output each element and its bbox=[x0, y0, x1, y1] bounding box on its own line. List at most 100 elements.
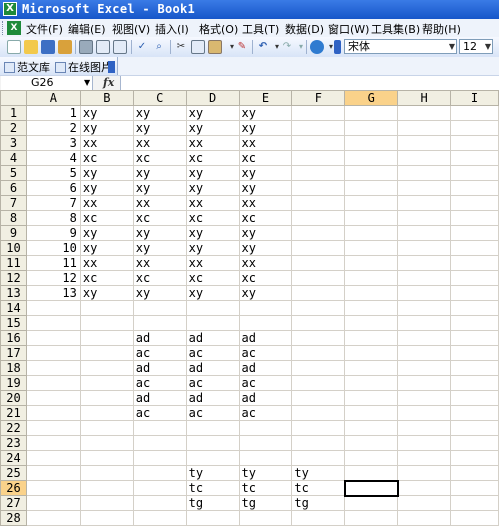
cell-H28[interactable] bbox=[397, 510, 452, 526]
open-folder-icon[interactable] bbox=[24, 40, 38, 54]
cell-F14[interactable] bbox=[291, 300, 346, 316]
paste-icon[interactable] bbox=[208, 40, 222, 54]
cell-C15[interactable] bbox=[132, 315, 187, 331]
name-box[interactable]: G26 bbox=[1, 76, 93, 90]
cell-F28[interactable] bbox=[291, 510, 346, 526]
column-header-G[interactable]: G bbox=[344, 90, 399, 106]
row-header[interactable]: 9 bbox=[0, 225, 27, 241]
row-header[interactable]: 13 bbox=[0, 285, 27, 301]
cell-G21[interactable] bbox=[344, 405, 399, 421]
copy-icon[interactable] bbox=[191, 40, 205, 54]
cell-H20[interactable] bbox=[397, 390, 452, 406]
cell-F1[interactable] bbox=[291, 105, 346, 121]
cell-H9[interactable] bbox=[397, 225, 452, 241]
cell-C27[interactable] bbox=[132, 495, 187, 511]
cell-A15[interactable] bbox=[25, 315, 81, 331]
cell-B19[interactable] bbox=[79, 375, 134, 391]
column-header-C[interactable]: C bbox=[132, 90, 187, 106]
font-select[interactable]: 宋体 ▼ bbox=[344, 39, 457, 54]
row-header[interactable]: 25 bbox=[0, 465, 27, 481]
cell-C20[interactable]: ad bbox=[132, 390, 187, 406]
cell-C19[interactable]: ac bbox=[132, 375, 187, 391]
cell-C16[interactable]: ad bbox=[132, 330, 187, 346]
cell-H17[interactable] bbox=[397, 345, 452, 361]
cell-D26[interactable]: tc bbox=[185, 480, 240, 496]
cell-A6[interactable]: 6 bbox=[25, 180, 81, 196]
menu-window[interactable]: 窗口(W) bbox=[328, 21, 369, 37]
cell-B25[interactable] bbox=[79, 465, 134, 481]
cell-F19[interactable] bbox=[291, 375, 346, 391]
column-header-A[interactable]: A bbox=[25, 90, 81, 106]
cell-I24[interactable] bbox=[450, 450, 499, 466]
cell-B28[interactable] bbox=[79, 510, 134, 526]
cell-A3[interactable]: 3 bbox=[25, 135, 81, 151]
cell-B4[interactable]: xc bbox=[79, 150, 134, 166]
cell-A4[interactable]: 4 bbox=[25, 150, 81, 166]
cell-A7[interactable]: 7 bbox=[25, 195, 81, 211]
cell-H24[interactable] bbox=[397, 450, 452, 466]
cell-G4[interactable] bbox=[344, 150, 399, 166]
cell-B2[interactable]: xy bbox=[79, 120, 134, 136]
cell-F26[interactable]: tc bbox=[291, 480, 346, 496]
menu-view[interactable]: 视图(V) bbox=[112, 21, 150, 37]
cell-E27[interactable]: tg bbox=[238, 495, 293, 511]
cell-F4[interactable] bbox=[291, 150, 346, 166]
spelling-icon[interactable]: ✓ bbox=[135, 40, 149, 54]
cell-D16[interactable]: ad bbox=[185, 330, 240, 346]
row-header[interactable]: 19 bbox=[0, 375, 27, 391]
cell-F18[interactable] bbox=[291, 360, 346, 376]
cell-D19[interactable]: ac bbox=[185, 375, 240, 391]
cell-E7[interactable]: xx bbox=[238, 195, 293, 211]
cell-D11[interactable]: xx bbox=[185, 255, 240, 271]
cell-C26[interactable] bbox=[132, 480, 187, 496]
column-header-B[interactable]: B bbox=[79, 90, 134, 106]
cell-G23[interactable] bbox=[344, 435, 399, 451]
cell-A11[interactable]: 11 bbox=[25, 255, 81, 271]
cell-C24[interactable] bbox=[132, 450, 187, 466]
font-size-dropdown-icon[interactable]: ▼ bbox=[485, 40, 491, 53]
cell-B27[interactable] bbox=[79, 495, 134, 511]
cell-G17[interactable] bbox=[344, 345, 399, 361]
cell-D7[interactable]: xx bbox=[185, 195, 240, 211]
cell-C25[interactable] bbox=[132, 465, 187, 481]
cell-F12[interactable] bbox=[291, 270, 346, 286]
cell-I28[interactable] bbox=[450, 510, 499, 526]
cell-E15[interactable] bbox=[238, 315, 293, 331]
permission-icon[interactable] bbox=[58, 40, 72, 54]
cell-I18[interactable] bbox=[450, 360, 499, 376]
cell-B15[interactable] bbox=[79, 315, 134, 331]
format-painter-icon[interactable]: ✎ bbox=[235, 40, 249, 54]
cell-H13[interactable] bbox=[397, 285, 452, 301]
cell-H18[interactable] bbox=[397, 360, 452, 376]
cell-C3[interactable]: xx bbox=[132, 135, 187, 151]
grip-handle[interactable] bbox=[2, 21, 6, 35]
toolbar-options-icon[interactable] bbox=[334, 40, 341, 54]
cell-D27[interactable]: tg bbox=[185, 495, 240, 511]
row-header[interactable]: 20 bbox=[0, 390, 27, 406]
cell-G10[interactable] bbox=[344, 240, 399, 256]
select-all-corner[interactable] bbox=[0, 90, 27, 106]
row-header[interactable]: 3 bbox=[0, 135, 27, 151]
cell-H5[interactable] bbox=[397, 165, 452, 181]
cell-D22[interactable] bbox=[185, 420, 240, 436]
cell-D25[interactable]: ty bbox=[185, 465, 240, 481]
cell-D12[interactable]: xc bbox=[185, 270, 240, 286]
cell-E14[interactable] bbox=[238, 300, 293, 316]
cell-C12[interactable]: xc bbox=[132, 270, 187, 286]
cell-B14[interactable] bbox=[79, 300, 134, 316]
cell-F6[interactable] bbox=[291, 180, 346, 196]
cell-A28[interactable] bbox=[25, 510, 81, 526]
document-icon[interactable]: X bbox=[7, 21, 21, 35]
cell-G9[interactable] bbox=[344, 225, 399, 241]
cell-E21[interactable]: ac bbox=[238, 405, 293, 421]
cell-F8[interactable] bbox=[291, 210, 346, 226]
cell-A12[interactable]: 12 bbox=[25, 270, 81, 286]
cell-C14[interactable] bbox=[132, 300, 187, 316]
row-header[interactable]: 5 bbox=[0, 165, 27, 181]
cell-G22[interactable] bbox=[344, 420, 399, 436]
cell-E10[interactable]: xy bbox=[238, 240, 293, 256]
row-header[interactable]: 23 bbox=[0, 435, 27, 451]
cell-E25[interactable]: ty bbox=[238, 465, 293, 481]
cell-E1[interactable]: xy bbox=[238, 105, 293, 121]
cell-F25[interactable]: ty bbox=[291, 465, 346, 481]
